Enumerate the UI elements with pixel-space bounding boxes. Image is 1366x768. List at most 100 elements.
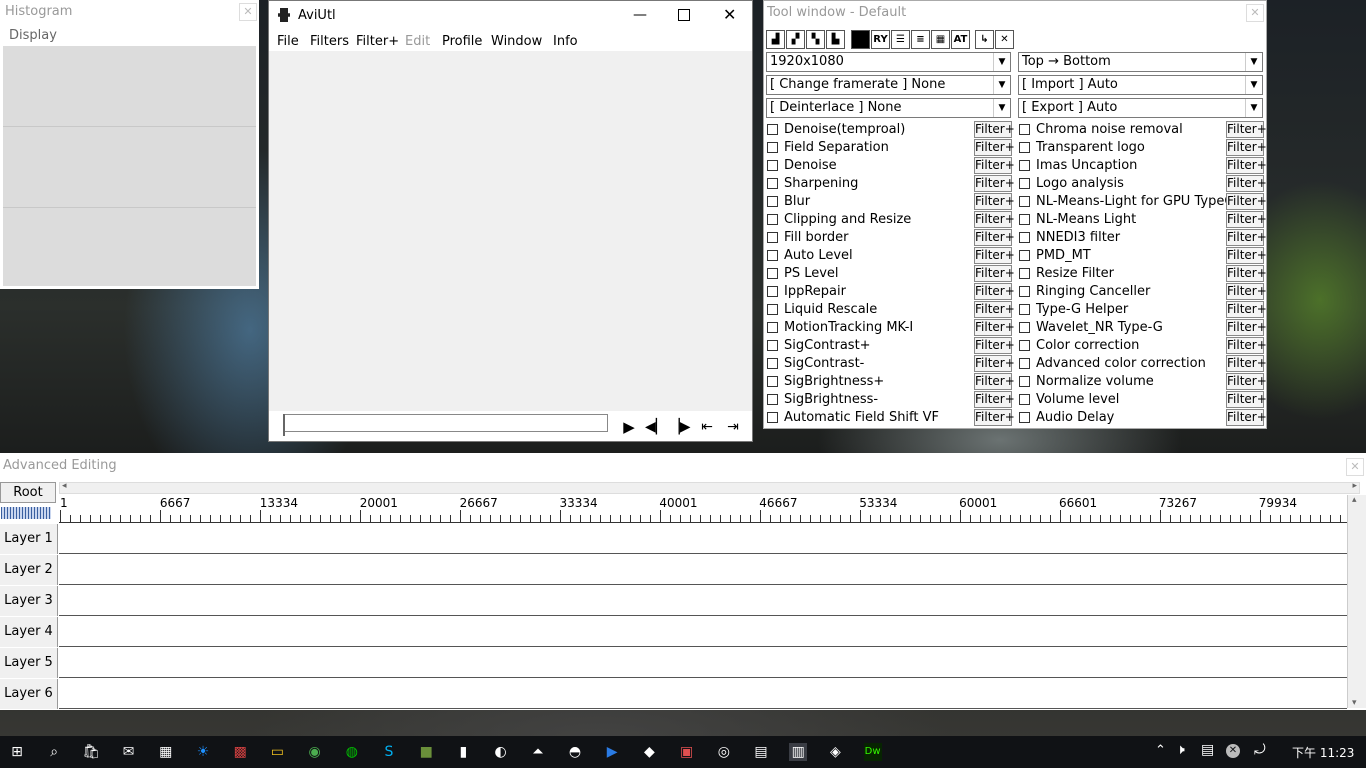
filter-row[interactable]: Advanced color correction Filter+ [1019,355,1267,373]
calculator-icon[interactable]: ▤ [752,743,770,761]
filter-checkbox[interactable] [1019,214,1030,225]
calendar-icon[interactable]: ▦ [157,743,175,761]
filter-checkbox[interactable] [1019,376,1030,387]
filter-row[interactable]: Sharpening Filter+ [767,175,1015,193]
filter-row[interactable]: NL-Means-Light for GPU TypeC Filter+ [1019,193,1267,211]
status-x-icon[interactable]: ✕ [1226,744,1240,758]
filter-checkbox[interactable] [767,268,778,279]
resize-icon-3[interactable]: ▚ [806,30,825,49]
seek-bar[interactable] [284,414,608,432]
filter-row[interactable]: NL-Means Light Filter+ [1019,211,1267,229]
filter-plus-button[interactable]: Filter+ [974,355,1015,372]
paint-icon[interactable]: ◐ [492,743,510,761]
resize-icon-2[interactable]: ▞ [786,30,805,49]
filter-plus-button[interactable]: Filter+ [1226,211,1267,228]
filter-plus-button[interactable]: Filter+ [1226,157,1267,174]
filter-row[interactable]: NNEDI3 filter Filter+ [1019,229,1267,247]
filter-plus-button[interactable]: Filter+ [974,193,1015,210]
filter-checkbox[interactable] [767,394,778,405]
filter-plus-button[interactable]: Filter+ [1226,121,1267,138]
filter-checkbox[interactable] [1019,196,1030,207]
filter-plus-button[interactable]: Filter+ [974,175,1015,192]
filter-row[interactable]: Fill border Filter+ [767,229,1015,247]
mail-icon[interactable]: ✉ [120,743,138,761]
fox-icon[interactable]: ◆ [640,743,658,761]
filter-plus-button[interactable]: Filter+ [974,301,1015,318]
filter-checkbox[interactable] [1019,232,1030,243]
scroll-right-icon[interactable]: ▸ [1352,481,1357,491]
filter-checkbox[interactable] [767,124,778,135]
timeline-titlebar[interactable]: Advanced Editing ✕ [0,453,1366,477]
menu-filters[interactable]: Filters [310,34,349,49]
filter-row[interactable]: Audio Delay Filter+ [1019,409,1267,427]
filter-row[interactable]: Wavelet_NR Type-G Filter+ [1019,319,1267,337]
filter-checkbox[interactable] [1019,142,1030,153]
brain-icon[interactable]: ◎ [715,743,733,761]
order-select[interactable]: Top → Bottom ▼ [1018,52,1263,72]
filter-row[interactable]: Denoise(temproal) Filter+ [767,121,1015,139]
filter-plus-button[interactable]: Filter+ [974,283,1015,300]
resize-icon-1[interactable]: ▟ [766,30,785,49]
filter-checkbox[interactable] [767,322,778,333]
filter-checkbox[interactable] [767,232,778,243]
lines-icon-2[interactable]: ≡ [911,30,930,49]
filter-checkbox[interactable] [767,286,778,297]
close-x-icon[interactable]: ✕ [995,30,1014,49]
resize-icon-4[interactable]: ▙ [826,30,845,49]
stocks-icon[interactable]: ▮ [454,743,472,761]
filter-plus-button[interactable]: Filter+ [1226,193,1267,210]
filter-plus-button[interactable]: Filter+ [974,157,1015,174]
filter-row[interactable]: SigContrast+ Filter+ [767,337,1015,355]
filter-plus-button[interactable]: Filter+ [974,211,1015,228]
filter-checkbox[interactable] [767,178,778,189]
menu-filterplus[interactable]: Filter+ [356,34,399,49]
start-icon[interactable]: ⊞ [8,743,26,761]
filter-row[interactable]: SigBrightness- Filter+ [767,391,1015,409]
layer-label[interactable]: Layer 1 [0,524,58,554]
filter-plus-button[interactable]: Filter+ [974,373,1015,390]
photo-icon[interactable]: ▣ [678,743,696,761]
framerate-select[interactable]: [ Change framerate ] None ▼ [766,75,1011,95]
arrow-icon[interactable]: ↳ [975,30,994,49]
import-select[interactable]: [ Import ] Auto ▼ [1018,75,1263,95]
layer-label[interactable]: Layer 4 [0,617,58,647]
filter-checkbox[interactable] [767,340,778,351]
filter-checkbox[interactable] [767,412,778,423]
apps-icon[interactable]: ▩ [231,743,249,761]
close-button[interactable]: ✕ [723,5,736,24]
filter-checkbox[interactable] [1019,160,1030,171]
filter-checkbox[interactable] [767,214,778,225]
prev-frame-button[interactable]: ◀▏ [645,417,667,437]
filter-checkbox[interactable] [1019,340,1030,351]
filter-plus-button[interactable]: Filter+ [1226,247,1267,264]
layer-label[interactable]: Layer 3 [0,586,58,616]
filter-row[interactable]: Blur Filter+ [767,193,1015,211]
tool-close-button[interactable]: ✕ [1246,4,1264,22]
filter-row[interactable]: Clipping and Resize Filter+ [767,211,1015,229]
menu-edit[interactable]: Edit [405,34,430,49]
filter-plus-button[interactable]: Filter+ [1226,175,1267,192]
skype-icon[interactable]: S [380,743,398,761]
filter-checkbox[interactable] [1019,412,1030,423]
line-icon[interactable]: ◍ [343,743,361,761]
filter-plus-button[interactable]: Filter+ [974,319,1015,336]
filter-plus-button[interactable]: Filter+ [1226,373,1267,390]
filter-row[interactable]: PMD_MT Filter+ [1019,247,1267,265]
chrome-icon[interactable]: ◉ [306,743,324,761]
layer-track[interactable] [59,555,1347,585]
dreamweaver-icon[interactable]: Dw [863,743,882,761]
filter-row[interactable]: PS Level Filter+ [767,265,1015,283]
filter-plus-button[interactable]: Filter+ [974,229,1015,246]
filter-checkbox[interactable] [1019,322,1030,333]
filter-row[interactable]: MotionTracking MK-I Filter+ [767,319,1015,337]
filter-checkbox[interactable] [767,142,778,153]
filter-plus-button[interactable]: Filter+ [1226,229,1267,246]
notification-icon[interactable]: ▤ [1201,742,1214,758]
filter-row[interactable]: Resize Filter Filter+ [1019,265,1267,283]
filter-plus-button[interactable]: Filter+ [974,337,1015,354]
filter-plus-button[interactable]: Filter+ [974,139,1015,156]
filter-row[interactable]: Volume level Filter+ [1019,391,1267,409]
seek-slider-handle[interactable] [283,414,285,436]
filter-row[interactable]: SigContrast- Filter+ [767,355,1015,373]
layer-label[interactable]: Layer 2 [0,555,58,585]
